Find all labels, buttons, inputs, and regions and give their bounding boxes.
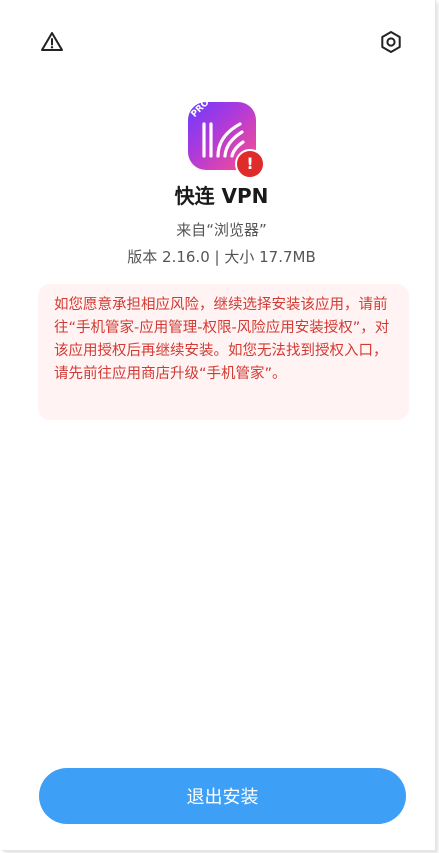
app-version-info: 版本 2.16.0 | 大小 17.7MB — [127, 248, 316, 266]
alert-badge: ! — [235, 149, 265, 179]
app-source: 来自“浏览器” — [176, 221, 267, 239]
risk-warning-text: 如您愿意承担相应风险，继续选择安装该应用，请前往“手机管家-应用管理-权限-风险… — [54, 297, 390, 382]
warning-icon[interactable] — [40, 30, 64, 54]
exit-install-button[interactable]: 退出安装 — [39, 768, 406, 824]
risk-warning-box: 如您愿意承担相应风险，继续选择安装该应用，请前往“手机管家-应用管理-权限-风险… — [38, 284, 409, 420]
settings-icon[interactable] — [379, 30, 403, 54]
app-name: 快连 VPN — [174, 184, 269, 208]
installer-screen: PRO ! 快连 VPN 来自“浏览器” 版本 2.16.0 | 大小 17.7… — [2, 0, 436, 851]
app-icon: PRO ! — [188, 97, 265, 179]
